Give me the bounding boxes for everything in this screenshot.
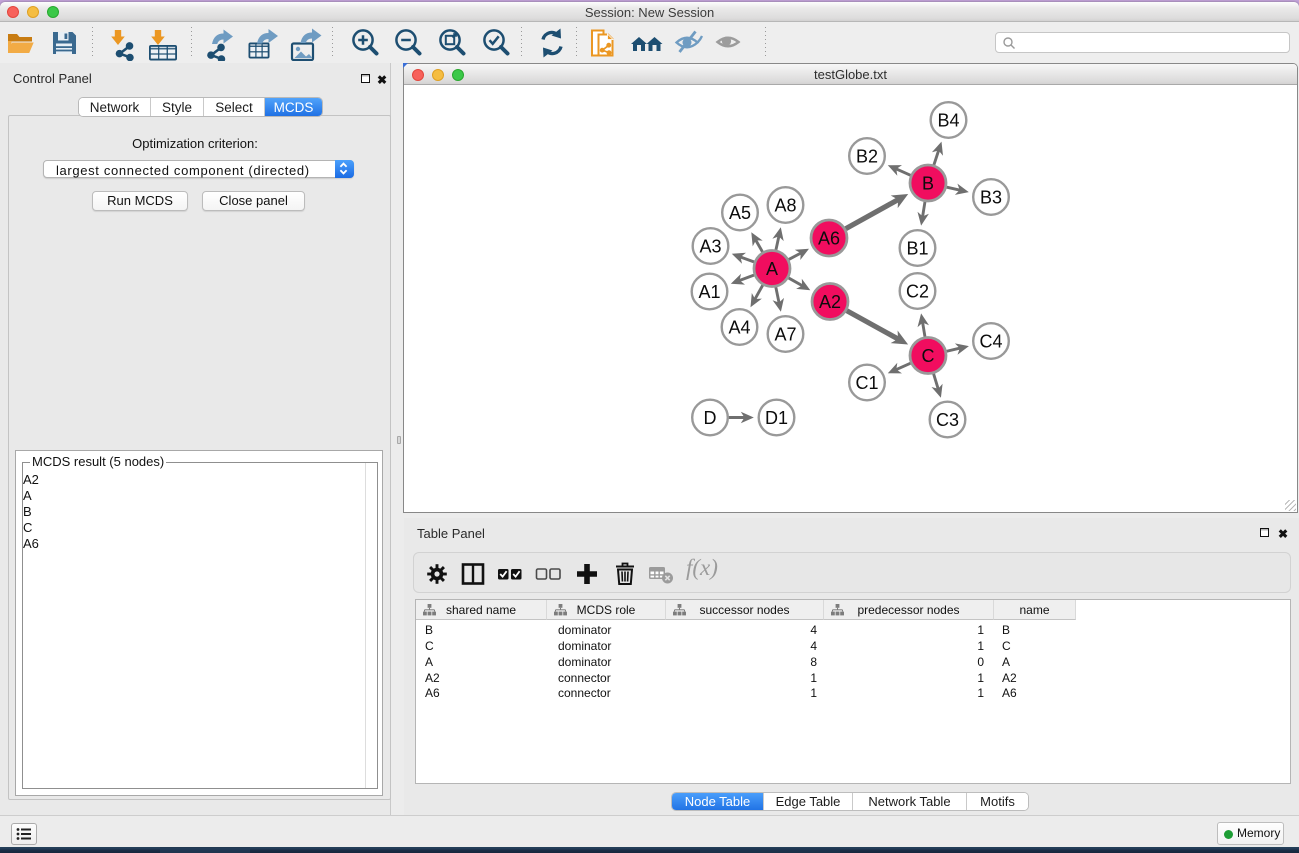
svg-text:A8: A8 xyxy=(774,196,796,216)
svg-text:A: A xyxy=(766,259,778,279)
svg-text:A3: A3 xyxy=(699,237,721,257)
svg-text:C: C xyxy=(922,346,935,366)
svg-text:C1: C1 xyxy=(855,373,878,393)
svg-text:B1: B1 xyxy=(906,239,928,259)
svg-text:C2: C2 xyxy=(906,282,929,302)
svg-text:B4: B4 xyxy=(937,111,959,131)
svg-text:C4: C4 xyxy=(979,332,1002,352)
svg-text:B2: B2 xyxy=(856,147,878,167)
svg-text:B3: B3 xyxy=(980,188,1002,208)
svg-text:A6: A6 xyxy=(818,229,840,249)
svg-text:A4: A4 xyxy=(728,318,750,338)
svg-text:A2: A2 xyxy=(819,292,841,312)
svg-text:A5: A5 xyxy=(729,203,751,223)
svg-text:A1: A1 xyxy=(698,282,720,302)
svg-text:D: D xyxy=(704,408,717,428)
svg-text:B: B xyxy=(922,174,934,194)
svg-text:C3: C3 xyxy=(936,410,959,430)
svg-text:A7: A7 xyxy=(774,325,796,345)
svg-text:D1: D1 xyxy=(765,408,788,428)
